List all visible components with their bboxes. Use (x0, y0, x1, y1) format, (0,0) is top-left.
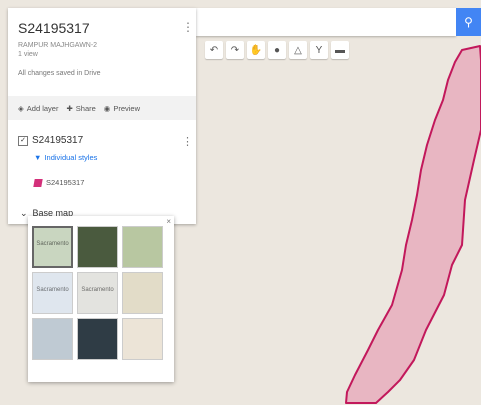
land-polygon[interactable] (345, 45, 481, 404)
view-count: 1 view (18, 51, 38, 58)
close-icon[interactable]: × (166, 217, 171, 226)
layer-header: ✓ S24195317 (18, 135, 83, 146)
base-map-thumbnail[interactable] (122, 226, 163, 268)
marker-icon[interactable]: ● (268, 41, 286, 59)
action-bar: ◈ Add layer ✚ Share ◉ Preview (8, 96, 196, 120)
layers-icon: ◈ (18, 103, 24, 113)
polygon-swatch-icon (33, 178, 43, 187)
base-map-thumbnail-label: Sacramento (81, 286, 114, 293)
map-subtitle[interactable]: RAMPUR MAJHGAWN-2 (18, 41, 97, 50)
add-layer-label: Add layer (26, 103, 59, 113)
base-map-thumbnail-label: Sacramento (36, 240, 69, 247)
individual-styles-link[interactable]: ▼ Individual styles (34, 153, 97, 162)
feature-name: S24195317 (46, 178, 85, 187)
map-options-menu-icon[interactable]: ⋮ (182, 20, 194, 34)
base-map-thumbnail[interactable] (32, 318, 73, 360)
base-map-thumbnail[interactable] (77, 318, 118, 360)
base-map-thumbnail[interactable]: Sacramento (32, 272, 73, 314)
layer-name[interactable]: S24195317 (32, 135, 83, 146)
base-map-picker: × Sacramento Sacramento Sacramento (28, 216, 174, 382)
draw-line-icon[interactable]: △ (289, 41, 307, 59)
base-map-thumbnail[interactable] (77, 226, 118, 268)
search-input[interactable] (196, 8, 456, 36)
redo-icon[interactable]: ↷ (226, 41, 244, 59)
save-status: All changes saved in Drive (18, 70, 101, 77)
undo-icon[interactable]: ↶ (205, 41, 223, 59)
layer-feature-item[interactable]: S24195317 (33, 178, 85, 187)
preview-label: Preview (113, 103, 141, 113)
search-icon: ⚲ (464, 15, 473, 29)
base-map-thumbnails: Sacramento Sacramento Sacramento (32, 226, 163, 360)
paint-roller-icon: ▼ (34, 153, 42, 162)
layer-options-menu-icon[interactable]: ⋮ (182, 135, 193, 148)
add-person-icon: ✚ (66, 103, 73, 113)
chevron-down-icon: ⌄ (20, 208, 28, 218)
share-button[interactable]: ✚ Share (66, 104, 95, 113)
base-map-thumbnail[interactable]: Sacramento (32, 226, 73, 268)
base-map-thumbnail[interactable] (122, 272, 163, 314)
map-title[interactable]: S24195317 (18, 20, 90, 36)
map-subtitle-block: RAMPUR MAJHGAWN-2 1 view (18, 41, 97, 59)
base-map-thumbnail-label: Sacramento (36, 286, 69, 293)
preview-button[interactable]: ◉ Preview (104, 104, 140, 113)
ruler-icon[interactable]: ▬ (331, 41, 349, 59)
individual-styles-label: Individual styles (44, 153, 98, 162)
hand-pan-icon[interactable]: ✋ (247, 41, 265, 59)
eye-icon: ◉ (103, 103, 111, 113)
share-label: Share (75, 103, 96, 113)
layer-visibility-checkbox[interactable]: ✓ (18, 135, 28, 146)
directions-icon[interactable]: Y (310, 41, 328, 59)
map-toolbar: ↶ ↷ ✋ ● △ Y ▬ (205, 41, 349, 59)
search-button[interactable]: ⚲ (456, 8, 481, 36)
base-map-thumbnail[interactable] (122, 318, 163, 360)
add-layer-button[interactable]: ◈ Add layer (18, 104, 58, 113)
layers-panel: S24195317 ⋮ RAMPUR MAJHGAWN-2 1 view All… (8, 8, 196, 224)
base-map-thumbnail[interactable]: Sacramento (77, 272, 118, 314)
